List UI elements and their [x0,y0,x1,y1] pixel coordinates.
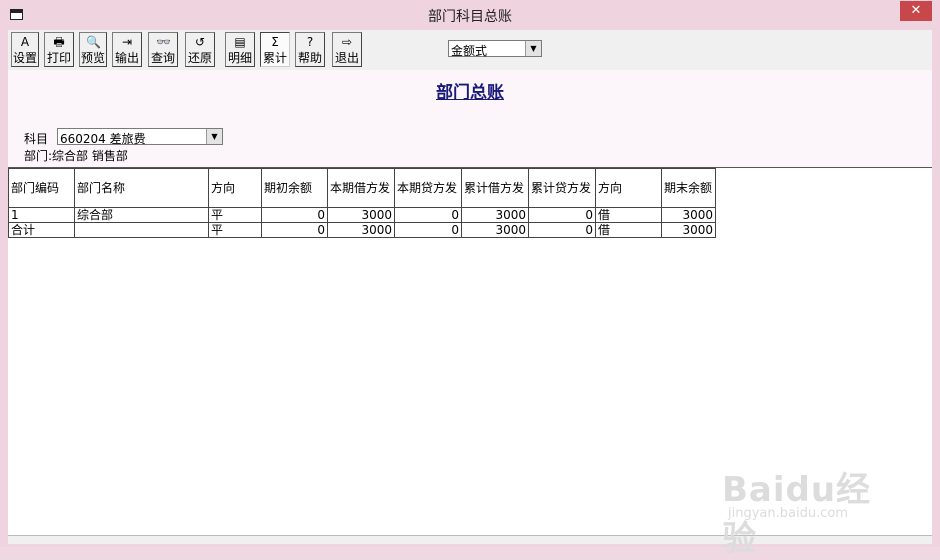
sigma-icon: Σ [271,35,279,49]
table-cell: 1 [8,207,75,223]
table-cell: 综合部 [74,207,209,223]
binoculars-icon: 👓 [156,35,171,49]
table-cell: 合计 [8,222,75,238]
query-label: 查询 [150,51,175,65]
department-label: 部门: [24,149,53,163]
subject-value: 660204 差旅费 [60,132,146,146]
department-value: 综合部 销售部 [52,149,128,163]
exit-label: 退出 [334,51,359,65]
column-header[interactable]: 累计借方发 [461,168,529,208]
exit-icon: ⇨ [341,35,353,49]
column-header[interactable]: 本期借方发 [327,168,395,208]
table-row[interactable]: 1 综合部 平 0 3000 0 3000 0 借 3000 [8,207,716,223]
export-icon: ⇥ [121,35,133,49]
column-header[interactable]: 本期贷方发 [394,168,462,208]
table-cell: 3000 [461,207,529,223]
help-icon: ? [306,35,314,49]
detail-icon: ▤ [234,35,246,49]
table-cell: 0 [528,207,596,223]
cumulative-label: 累计 [262,51,287,65]
toolbar: A 设置 🖶 打印 🔍 预览 ⇥ 输出 👓 查询 ↺ 还原 ▤ 明细 Σ 累计 … [8,30,932,70]
cumulative-button[interactable]: Σ 累计 [260,32,290,67]
query-button[interactable]: 👓 查询 [148,32,178,67]
detail-label: 明细 [227,51,252,65]
export-button[interactable]: ⇥ 输出 [112,32,142,67]
department-line: 部门:综合部 销售部 [24,147,128,164]
chevron-down-icon[interactable]: ▼ [206,129,222,144]
table-cell: 3000 [461,222,529,238]
table-cell: 平 [208,222,262,238]
chevron-down-icon[interactable]: ▼ [525,41,541,56]
table-cell: 0 [261,222,328,238]
print-button[interactable]: 🖶 打印 [44,32,74,67]
column-header[interactable]: 部门名称 [74,168,209,208]
table-header-row: 部门编码 部门名称 方向 期初余额 本期借方发 本期贷方发 累计借方发 累计贷方… [8,168,716,208]
restore-label: 还原 [187,51,212,65]
watermark: Baidu经验 jingyan.baidu.com [722,462,892,559]
help-button[interactable]: ? 帮助 [295,32,325,67]
restore-button[interactable]: ↺ 还原 [185,32,215,67]
table-cell: 0 [394,222,462,238]
settings-icon: A [20,35,30,49]
subject-select[interactable]: 660204 差旅费 ▼ [57,128,223,146]
ledger-table: 部门编码 部门名称 方向 期初余额 本期借方发 本期贷方发 累计借方发 累计贷方… [8,168,716,238]
detail-button[interactable]: ▤ 明细 [225,32,255,67]
amount-mode-select[interactable]: 金额式 ▼ [448,40,542,58]
table-cell: 平 [208,207,262,223]
amount-mode-value: 金额式 [451,44,488,58]
report-title: 部门总账 [436,83,504,103]
help-label: 帮助 [297,51,322,65]
watermark-url: jingyan.baidu.com [728,506,848,521]
table-cell: 借 [595,207,662,223]
column-header[interactable]: 期末余额 [661,168,716,208]
subject-label: 科目 [24,132,49,146]
column-header[interactable]: 方向 [208,168,262,208]
column-header[interactable]: 期初余额 [261,168,328,208]
report-header: 部门总账 科目 660204 差旅费 ▼ 部门:综合部 销售部 [8,70,932,167]
table-row[interactable]: 合计 平 0 3000 0 3000 0 借 3000 [8,222,716,238]
table-cell: 0 [261,207,328,223]
column-header[interactable]: 方向 [595,168,662,208]
window-title: 部门科目总账 [428,9,512,25]
title-bar: 部门科目总账 ✕ [0,0,940,30]
export-label: 输出 [114,51,139,65]
table-cell: 3000 [661,207,716,223]
table-cell: 3000 [327,222,395,238]
table-cell: 0 [394,207,462,223]
settings-button[interactable]: A 设置 [11,32,39,67]
app-window: 部门科目总账 ✕ A 设置 🖶 打印 🔍 预览 ⇥ 输出 👓 查询 ↺ 还原 ▤ [0,0,940,559]
table-cell: 0 [528,222,596,238]
column-header[interactable]: 部门编码 [8,168,75,208]
print-label: 打印 [46,51,71,65]
exit-button[interactable]: ⇨ 退出 [332,32,362,67]
close-button[interactable]: ✕ [900,1,932,21]
preview-icon: 🔍 [86,35,101,49]
restore-icon: ↺ [194,35,206,49]
print-icon: 🖶 [53,35,65,49]
column-header[interactable]: 累计贷方发 [528,168,596,208]
table-cell [74,222,209,238]
settings-label: 设置 [12,51,37,65]
table-cell: 3000 [327,207,395,223]
preview-button[interactable]: 🔍 预览 [79,32,107,67]
table-cell: 借 [595,222,662,238]
preview-label: 预览 [80,51,105,65]
table-cell: 3000 [661,222,716,238]
